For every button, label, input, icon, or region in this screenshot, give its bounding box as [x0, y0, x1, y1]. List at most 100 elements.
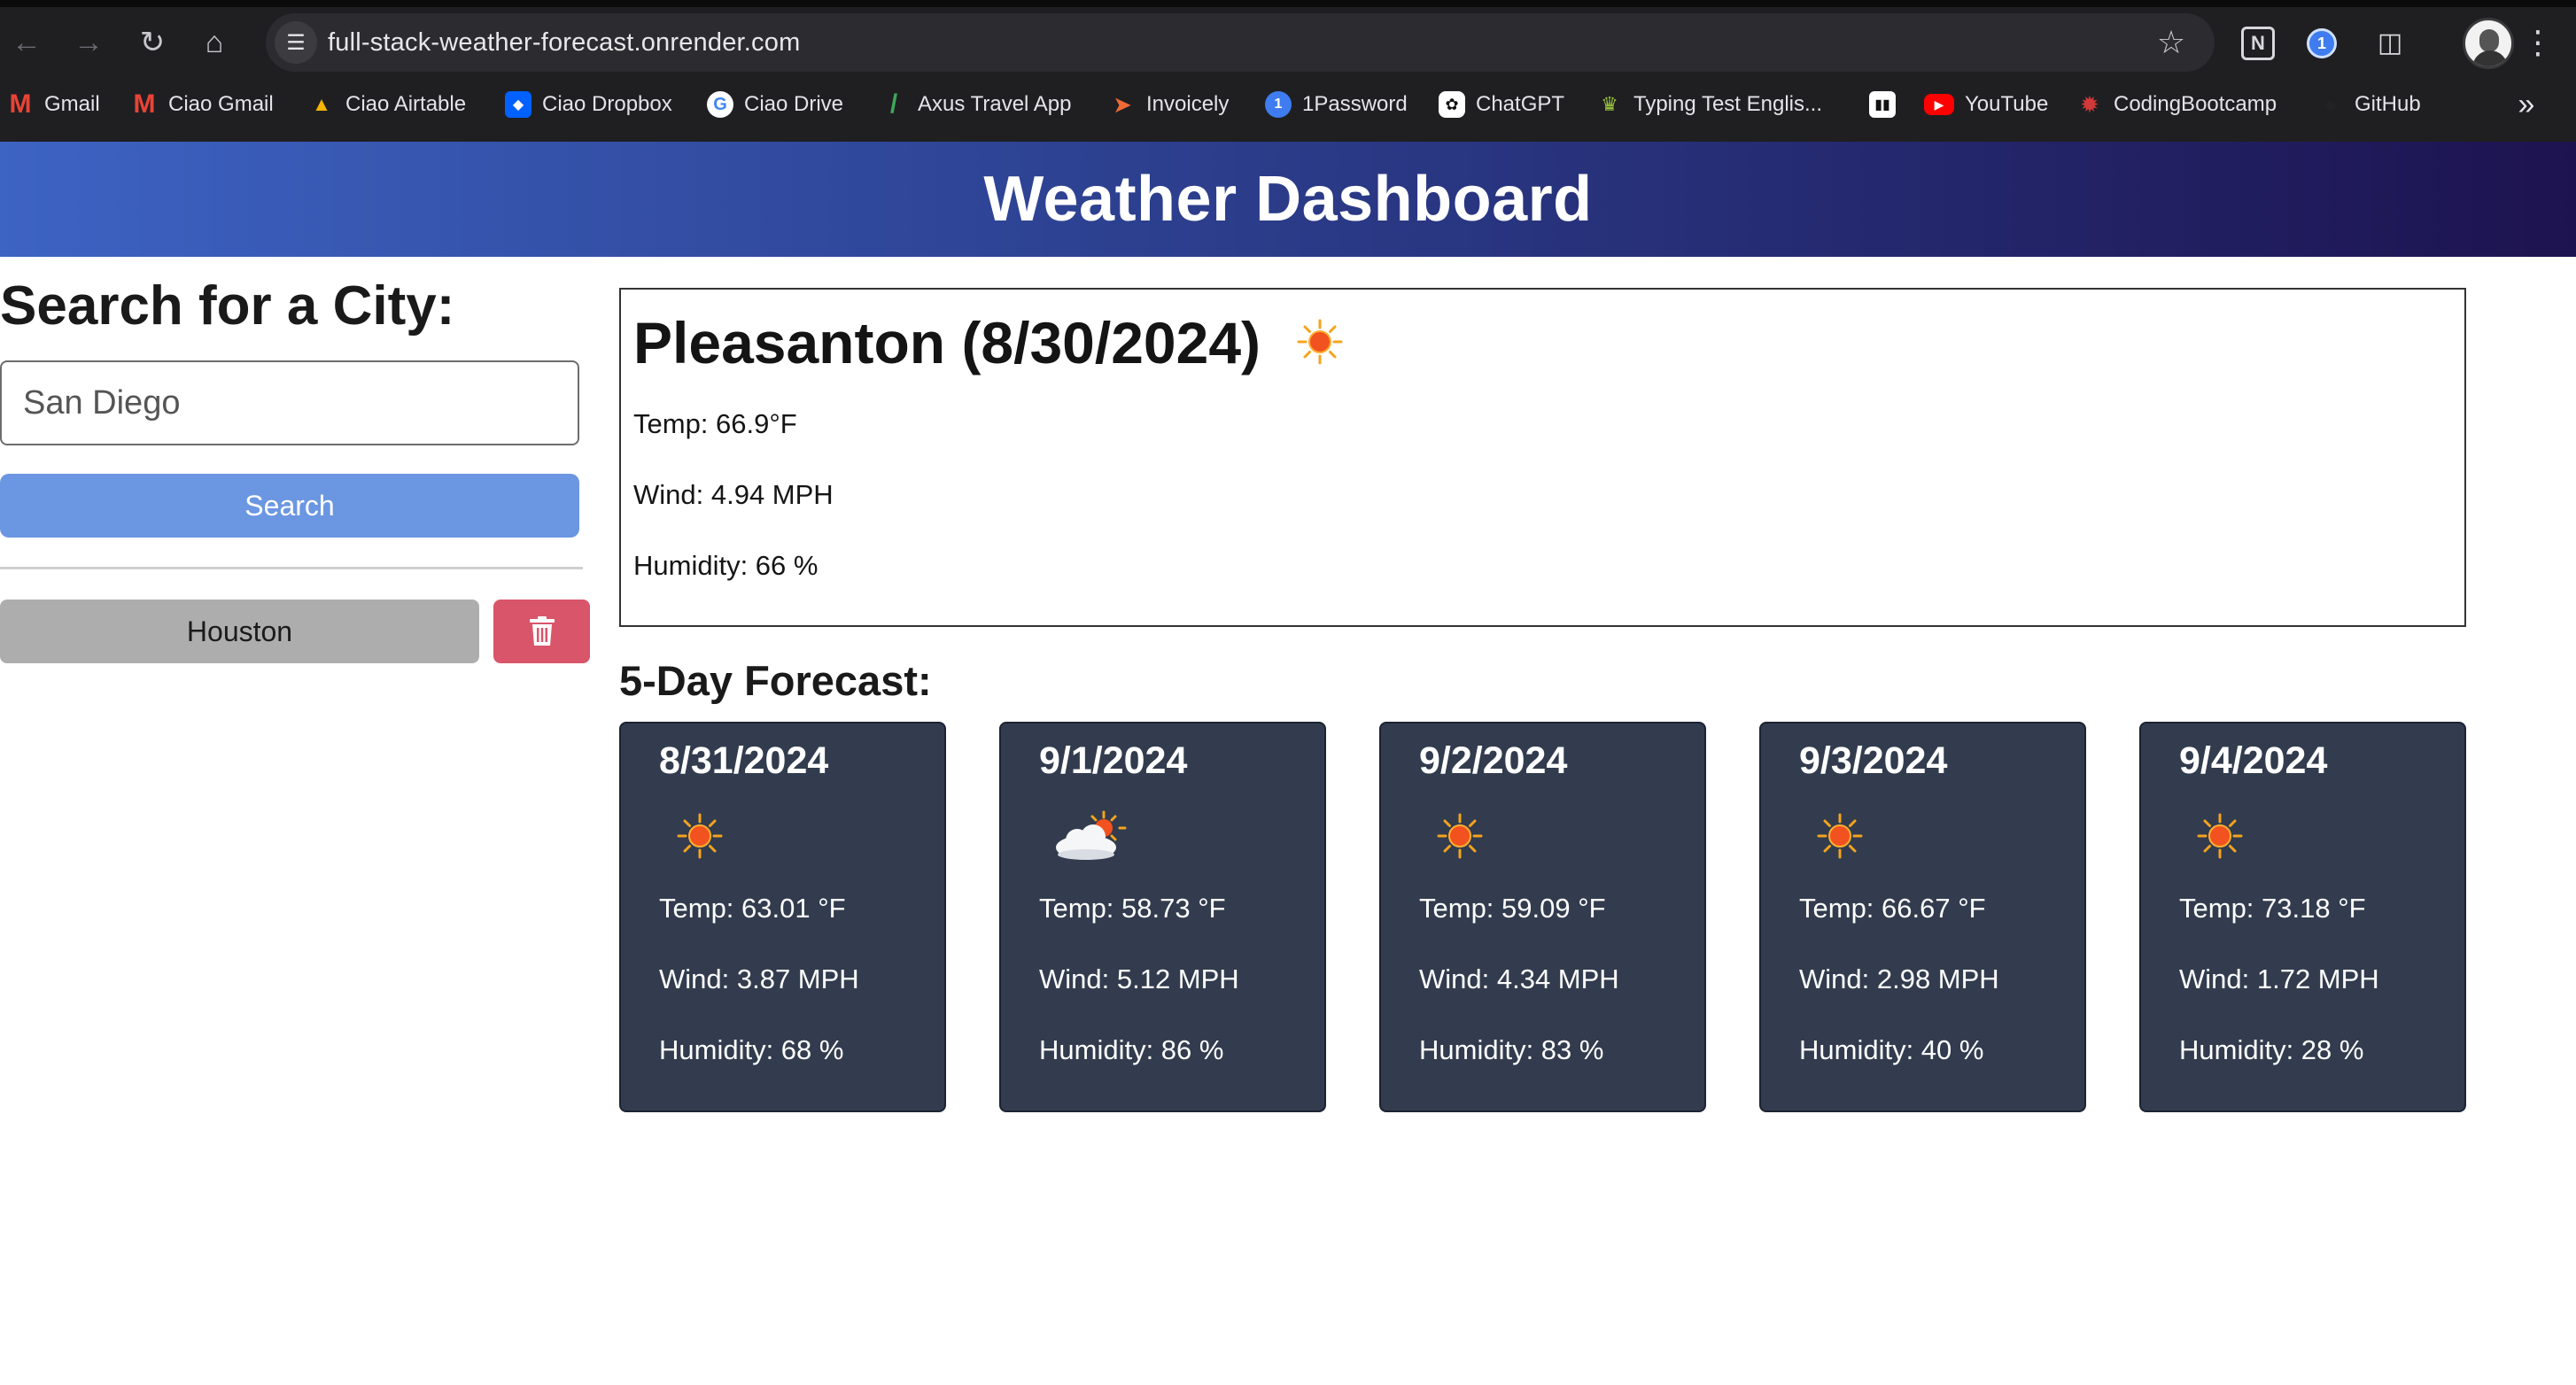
notion-extension-icon[interactable]: N: [2241, 27, 2275, 60]
forecast-wind: Wind: 1.72 MPH: [2179, 963, 2379, 994]
forecast-card: 9/1/2024 Temp: 58.73 °F Wind: 5.12 MPH H…: [999, 722, 1326, 1112]
home-icon[interactable]: ⌂: [191, 19, 237, 66]
profile-avatar[interactable]: [2463, 18, 2514, 69]
forecast-card: 8/31/2024 Temp: 63.01 °F Wind: 3.87 MPH …: [619, 722, 946, 1112]
bookmark-ciao-gmail[interactable]: M Ciao Gmail: [131, 80, 274, 129]
partly-cloudy-icon: [1056, 810, 1127, 860]
forecast-card: 9/2/2024 Temp: 59.09 °F Wind: 4.34 MPH H…: [1379, 722, 1706, 1112]
invoicely-icon: ➤: [1113, 90, 1132, 118]
bookmark-typing-test[interactable]: ♛ Typing Test Englis...: [1596, 80, 1822, 129]
1password-icon: 1: [1265, 91, 1292, 118]
forecast-date: 9/1/2024: [1039, 739, 1188, 782]
browser-chrome: ← → ↻ ⌂ ☰ full-stack-weather-forecast.on…: [0, 0, 2576, 142]
codingbootcamp-icon: ✹: [2080, 90, 2099, 118]
bookmark-ciao-dropbox[interactable]: ◆ Ciao Dropbox: [505, 80, 672, 129]
youtube-icon: ▶: [1924, 94, 1954, 115]
sun-icon: [1297, 319, 1343, 365]
axus-icon: /: [889, 89, 898, 119]
forecast-humidity: Humidity: 68 %: [659, 1034, 844, 1065]
bookmark-gmail[interactable]: M Gmail: [7, 80, 100, 129]
bookmark-label: YouTube: [1965, 92, 2049, 116]
google-icon: G: [707, 91, 733, 118]
forecast-temp: Temp: 63.01 °F: [659, 893, 846, 924]
forward-icon[interactable]: →: [66, 19, 112, 66]
current-weather-panel: Pleasanton (8/30/2024) Temp: 66.9°F Wind…: [619, 288, 2466, 627]
bookmark-label: 1Password: [1302, 92, 1408, 116]
bookmarks-bar: M Gmail M Ciao Gmail ▲ Ciao Airtable ◆ C…: [0, 80, 2576, 129]
forecast-humidity: Humidity: 86 %: [1039, 1034, 1224, 1065]
bookmark-chatgpt[interactable]: ✿ ChatGPT: [1439, 80, 1564, 129]
forecast-wind: Wind: 2.98 MPH: [1799, 963, 1999, 994]
bookmark-ciao-airtable[interactable]: ▲ Ciao Airtable: [308, 80, 466, 129]
bookmark-label: Ciao Dropbox: [542, 92, 672, 116]
bookmark-ciao-drive[interactable]: G Ciao Drive: [707, 80, 843, 129]
forecast-date: 9/4/2024: [2179, 739, 2328, 782]
current-wind: Wind: 4.94 MPH: [633, 479, 834, 510]
forecast-wind: Wind: 3.87 MPH: [659, 963, 859, 994]
bookmark-piano[interactable]: ▮▮: [1869, 80, 1906, 129]
delete-history-button[interactable]: [493, 600, 590, 663]
back-icon[interactable]: ←: [4, 19, 50, 66]
forecast-temp: Temp: 66.67 °F: [1799, 893, 1986, 924]
1password-extension-icon[interactable]: 1: [2307, 28, 2337, 58]
extensions-icon[interactable]: ◫: [2370, 23, 2409, 62]
forecast-date: 9/3/2024: [1799, 739, 1948, 782]
bookmark-1password[interactable]: 1 1Password: [1265, 80, 1408, 129]
github-icon: ●: [2324, 90, 2338, 118]
avatar-face: [2479, 29, 2499, 52]
forecast-date: 8/31/2024: [659, 739, 829, 782]
forecast-humidity: Humidity: 83 %: [1419, 1034, 1604, 1065]
browser-menu-icon[interactable]: ⋮: [2516, 19, 2560, 66]
sidebar-divider: [0, 567, 583, 569]
current-temp: Temp: 66.9°F: [633, 408, 797, 439]
trash-icon: [529, 616, 555, 646]
tab-strip: [0, 0, 2576, 7]
city-search-input[interactable]: [0, 360, 579, 445]
bookmark-label: Ciao Airtable: [345, 92, 467, 116]
chatgpt-icon: ✿: [1439, 91, 1465, 118]
bookmark-label: ChatGPT: [1476, 92, 1565, 116]
gmail-icon: M: [133, 89, 156, 119]
reload-icon[interactable]: ↻: [129, 19, 175, 66]
bookmark-invoicely[interactable]: ➤ Invoicely: [1109, 80, 1229, 129]
address-bar[interactable]: ☰ full-stack-weather-forecast.onrender.c…: [266, 13, 2215, 72]
forecast-temp: Temp: 59.09 °F: [1419, 893, 1606, 924]
bookmark-label: Typing Test Englis...: [1633, 92, 1822, 116]
bookmark-youtube[interactable]: ▶ YouTube: [1924, 80, 2048, 129]
forecast-card: 9/3/2024 Temp: 66.67 °F Wind: 2.98 MPH H…: [1759, 722, 2086, 1112]
bookmark-label: Ciao Gmail: [168, 92, 274, 116]
bookmark-label: Invoicely: [1146, 92, 1230, 116]
current-city-title: Pleasanton (8/30/2024): [633, 310, 1261, 375]
bookmark-label: Axus Travel App: [918, 92, 1072, 116]
bookmarks-overflow-icon[interactable]: »: [2507, 80, 2546, 129]
bookmark-github[interactable]: ● GitHub: [2317, 80, 2421, 129]
bookmark-label: GitHub: [2355, 92, 2421, 116]
bookmark-axus-travel-app[interactable]: / Axus Travel App: [881, 80, 1072, 129]
history-city-button[interactable]: Houston: [0, 600, 479, 663]
browser-toolbar: ← → ↻ ⌂ ☰ full-stack-weather-forecast.on…: [0, 7, 2576, 78]
bookmark-codingbootcamp[interactable]: ✹ CodingBootcamp: [2076, 80, 2277, 129]
site-settings-icon[interactable]: ☰: [275, 21, 317, 64]
search-heading: Search for a City:: [0, 275, 455, 337]
forecast-temp: Temp: 73.18 °F: [2179, 893, 2366, 924]
url-text[interactable]: full-stack-weather-forecast.onrender.com: [328, 13, 800, 72]
page-title: Weather Dashboard: [983, 164, 1593, 235]
search-button[interactable]: Search: [0, 474, 579, 538]
forecast-heading: 5-Day Forecast:: [619, 657, 932, 704]
sun-icon: [1817, 813, 1863, 859]
gmail-icon: M: [9, 89, 32, 119]
bookmark-label: Ciao Drive: [744, 92, 844, 116]
sun-icon: [1437, 813, 1483, 859]
dropbox-icon: ◆: [505, 91, 531, 118]
forecast-humidity: Humidity: 28 %: [2179, 1034, 2364, 1065]
forecast-temp: Temp: 58.73 °F: [1039, 893, 1226, 924]
bookmark-label: CodingBootcamp: [2114, 92, 2277, 116]
forecast-date: 9/2/2024: [1419, 739, 1568, 782]
forecast-humidity: Humidity: 40 %: [1799, 1034, 1984, 1065]
sun-icon: [2197, 813, 2243, 859]
current-humidity: Humidity: 66 %: [633, 550, 819, 581]
forecast-wind: Wind: 5.12 MPH: [1039, 963, 1239, 994]
sun-icon: [677, 813, 723, 859]
bookmark-star-icon[interactable]: ☆: [2149, 20, 2193, 65]
typing-test-icon: ♛: [1601, 93, 1618, 115]
